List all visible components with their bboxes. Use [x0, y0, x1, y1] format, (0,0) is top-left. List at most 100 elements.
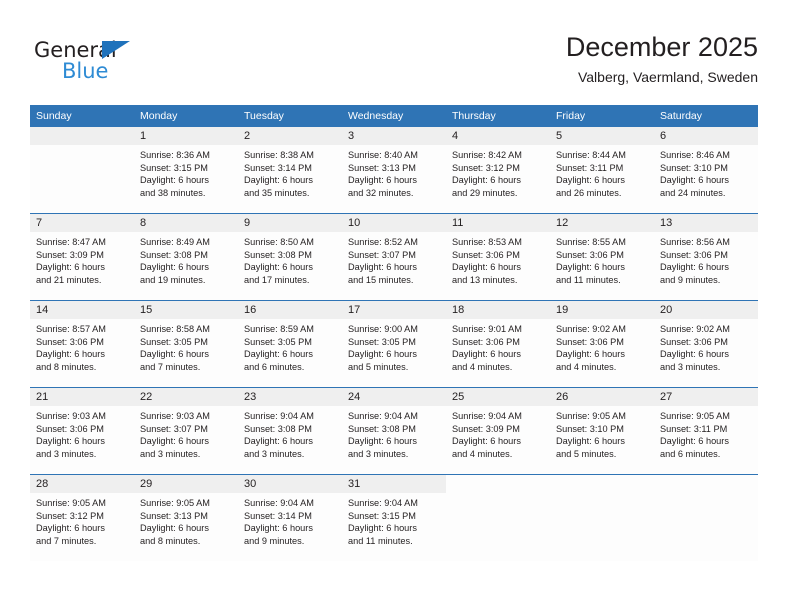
calendar-day-cell[interactable]: 17 Sunrise: 9:00 AM Sunset: 3:05 PM Dayligh… — [342, 300, 446, 388]
sunrise-time: Sunrise: 9:05 AM — [556, 411, 626, 421]
calendar-week-row: 1 Sunrise: 8:36 AM Sunset: 3:15 PM Daylight… — [30, 127, 758, 214]
calendar-day-cell[interactable]: 6 Sunrise: 8:46 AM Sunset: 3:10 PM Daylight… — [654, 127, 758, 214]
sunset-time: Sunset: 3:05 PM — [140, 336, 208, 347]
day-number: 25 — [446, 388, 550, 406]
calendar-day-cell[interactable]: 27 Sunrise: 9:05 AM Sunset: 3:11 PM Dayligh… — [654, 387, 758, 475]
daylight-duration-line1: Daylight: 6 hours — [140, 523, 209, 534]
calendar-day-cell[interactable]: 16 Sunrise: 8:59 AM Sunset: 3:05 PM Dayligh… — [238, 300, 342, 388]
weekday-header-cell: Tuesday — [238, 105, 342, 127]
daylight-duration-line1: Daylight: 6 hours — [660, 175, 729, 186]
calendar-day-cell[interactable]: 25 Sunrise: 9:04 AM Sunset: 3:09 PM Dayligh… — [446, 387, 550, 475]
calendar-day-cell[interactable]: 20 Sunrise: 9:02 AM Sunset: 3:06 PM Dayligh… — [654, 300, 758, 388]
sun-info: Sunrise: 8:47 AM Sunset: 3:09 PM Daylight:… — [30, 232, 134, 286]
calendar-day-cell[interactable]: 10 Sunrise: 8:52 AM Sunset: 3:07 PM Dayligh… — [342, 213, 446, 301]
sun-info: Sunrise: 8:53 AM Sunset: 3:06 PM Daylight:… — [446, 232, 550, 286]
calendar-day-cell[interactable]: 4 Sunrise: 8:42 AM Sunset: 3:12 PM Daylight… — [446, 127, 550, 214]
calendar-day-cell[interactable] — [446, 474, 550, 561]
daylight-duration-line2: and 32 minutes. — [348, 187, 414, 198]
daylight-duration-line1: Daylight: 6 hours — [660, 349, 729, 360]
sunrise-time: Sunrise: 8:56 AM — [660, 237, 730, 247]
daylight-duration-line2: and 4 minutes. — [452, 448, 513, 459]
day-cell-content: 25 Sunrise: 9:04 AM Sunset: 3:09 PM Dayligh… — [446, 388, 550, 474]
sun-info: Sunrise: 8:57 AM Sunset: 3:06 PM Daylight:… — [30, 319, 134, 373]
day-number: 13 — [654, 214, 758, 232]
sunrise-time: Sunrise: 8:46 AM — [660, 150, 730, 160]
daylight-duration-line1: Daylight: 6 hours — [140, 349, 209, 360]
calendar-day-cell[interactable] — [654, 474, 758, 561]
weekday-header-cell: Monday — [134, 105, 238, 127]
calendar-day-cell[interactable]: 13 Sunrise: 8:56 AM Sunset: 3:06 PM Dayligh… — [654, 213, 758, 301]
sunset-time: Sunset: 3:11 PM — [660, 423, 728, 434]
calendar-day-cell[interactable]: 15 Sunrise: 8:58 AM Sunset: 3:05 PM Dayligh… — [134, 300, 238, 388]
calendar-day-cell[interactable]: 23 Sunrise: 9:04 AM Sunset: 3:08 PM Dayligh… — [238, 387, 342, 475]
day-cell-content: 20 Sunrise: 9:02 AM Sunset: 3:06 PM Dayligh… — [654, 301, 758, 387]
calendar-day-cell[interactable]: 29 Sunrise: 9:05 AM Sunset: 3:13 PM Dayligh… — [134, 474, 238, 561]
sunrise-time: Sunrise: 9:05 AM — [140, 498, 210, 508]
calendar-day-cell[interactable]: 9 Sunrise: 8:50 AM Sunset: 3:08 PM Daylight… — [238, 213, 342, 301]
sun-info: Sunrise: 9:05 AM Sunset: 3:13 PM Daylight:… — [134, 493, 238, 547]
calendar-day-cell[interactable]: 1 Sunrise: 8:36 AM Sunset: 3:15 PM Daylight… — [134, 127, 238, 214]
day-number: 28 — [30, 475, 134, 493]
daylight-duration-line1: Daylight: 6 hours — [244, 523, 313, 534]
general-blue-logo[interactable]: General Blue — [34, 38, 234, 90]
calendar-day-cell[interactable]: 3 Sunrise: 8:40 AM Sunset: 3:13 PM Daylight… — [342, 127, 446, 214]
calendar-day-cell[interactable] — [550, 474, 654, 561]
calendar-day-cell[interactable]: 22 Sunrise: 9:03 AM Sunset: 3:07 PM Dayligh… — [134, 387, 238, 475]
day-number: 10 — [342, 214, 446, 232]
calendar-day-cell[interactable]: 7 Sunrise: 8:47 AM Sunset: 3:09 PM Daylight… — [30, 213, 134, 301]
sunset-time: Sunset: 3:12 PM — [36, 510, 104, 521]
calendar-day-cell[interactable]: 19 Sunrise: 9:02 AM Sunset: 3:06 PM Dayligh… — [550, 300, 654, 388]
day-cell-content: 26 Sunrise: 9:05 AM Sunset: 3:10 PM Dayligh… — [550, 388, 654, 474]
weekday-header-cell: Wednesday — [342, 105, 446, 127]
day-number: 22 — [134, 388, 238, 406]
calendar-day-cell[interactable]: 30 Sunrise: 9:04 AM Sunset: 3:14 PM Dayligh… — [238, 474, 342, 561]
calendar-day-cell[interactable]: 18 Sunrise: 9:01 AM Sunset: 3:06 PM Dayligh… — [446, 300, 550, 388]
calendar-day-cell[interactable]: 28 Sunrise: 9:05 AM Sunset: 3:12 PM Dayligh… — [30, 474, 134, 561]
sunrise-time: Sunrise: 8:38 AM — [244, 150, 314, 160]
calendar-day-cell[interactable]: 12 Sunrise: 8:55 AM Sunset: 3:06 PM Dayligh… — [550, 213, 654, 301]
sun-info: Sunrise: 9:01 AM Sunset: 3:06 PM Daylight:… — [446, 319, 550, 373]
day-number: 20 — [654, 301, 758, 319]
daylight-duration-line2: and 35 minutes. — [244, 187, 310, 198]
day-cell-content — [30, 127, 134, 213]
weekday-header-cell: Saturday — [654, 105, 758, 127]
calendar-day-cell[interactable]: 26 Sunrise: 9:05 AM Sunset: 3:10 PM Dayligh… — [550, 387, 654, 475]
daylight-duration-line2: and 7 minutes. — [36, 535, 97, 546]
sun-info: Sunrise: 9:02 AM Sunset: 3:06 PM Daylight:… — [654, 319, 758, 373]
sunrise-time: Sunrise: 9:00 AM — [348, 324, 418, 334]
daylight-duration-line2: and 13 minutes. — [452, 274, 518, 285]
day-cell-content: 31 Sunrise: 9:04 AM Sunset: 3:15 PM Dayligh… — [342, 475, 446, 561]
daylight-duration-line2: and 6 minutes. — [660, 448, 721, 459]
sunset-time: Sunset: 3:15 PM — [348, 510, 416, 521]
calendar-day-cell[interactable]: 24 Sunrise: 9:04 AM Sunset: 3:08 PM Dayligh… — [342, 387, 446, 475]
sunrise-time: Sunrise: 9:02 AM — [660, 324, 730, 334]
sunset-time: Sunset: 3:06 PM — [660, 249, 728, 260]
weekday-header-cell: Friday — [550, 105, 654, 127]
calendar-day-cell[interactable]: 8 Sunrise: 8:49 AM Sunset: 3:08 PM Daylight… — [134, 213, 238, 301]
sunset-time: Sunset: 3:10 PM — [660, 162, 728, 173]
day-number: 26 — [550, 388, 654, 406]
day-cell-content: 9 Sunrise: 8:50 AM Sunset: 3:08 PM Daylight… — [238, 214, 342, 300]
daylight-duration-line2: and 21 minutes. — [36, 274, 102, 285]
sunrise-time: Sunrise: 9:04 AM — [244, 411, 314, 421]
calendar-day-cell[interactable]: 5 Sunrise: 8:44 AM Sunset: 3:11 PM Daylight… — [550, 127, 654, 214]
day-cell-content: 18 Sunrise: 9:01 AM Sunset: 3:06 PM Dayligh… — [446, 301, 550, 387]
daylight-duration-line1: Daylight: 6 hours — [244, 262, 313, 273]
day-number: 23 — [238, 388, 342, 406]
daylight-duration-line2: and 3 minutes. — [36, 448, 97, 459]
calendar-day-cell[interactable] — [30, 127, 134, 214]
day-cell-content: 5 Sunrise: 8:44 AM Sunset: 3:11 PM Daylight… — [550, 127, 654, 213]
daylight-duration-line2: and 15 minutes. — [348, 274, 414, 285]
day-cell-content: 3 Sunrise: 8:40 AM Sunset: 3:13 PM Daylight… — [342, 127, 446, 213]
day-cell-content: 23 Sunrise: 9:04 AM Sunset: 3:08 PM Dayligh… — [238, 388, 342, 474]
calendar-day-cell[interactable]: 21 Sunrise: 9:03 AM Sunset: 3:06 PM Dayligh… — [30, 387, 134, 475]
calendar-day-cell[interactable]: 11 Sunrise: 8:53 AM Sunset: 3:06 PM Dayligh… — [446, 213, 550, 301]
day-number: 15 — [134, 301, 238, 319]
daylight-duration-line1: Daylight: 6 hours — [556, 436, 625, 447]
calendar-day-cell[interactable]: 14 Sunrise: 8:57 AM Sunset: 3:06 PM Dayligh… — [30, 300, 134, 388]
day-cell-content: 10 Sunrise: 8:52 AM Sunset: 3:07 PM Dayligh… — [342, 214, 446, 300]
calendar-day-cell[interactable]: 2 Sunrise: 8:38 AM Sunset: 3:14 PM Daylight… — [238, 127, 342, 214]
sunset-time: Sunset: 3:13 PM — [348, 162, 416, 173]
day-cell-content: 1 Sunrise: 8:36 AM Sunset: 3:15 PM Daylight… — [134, 127, 238, 213]
calendar-day-cell[interactable]: 31 Sunrise: 9:04 AM Sunset: 3:15 PM Dayligh… — [342, 474, 446, 561]
